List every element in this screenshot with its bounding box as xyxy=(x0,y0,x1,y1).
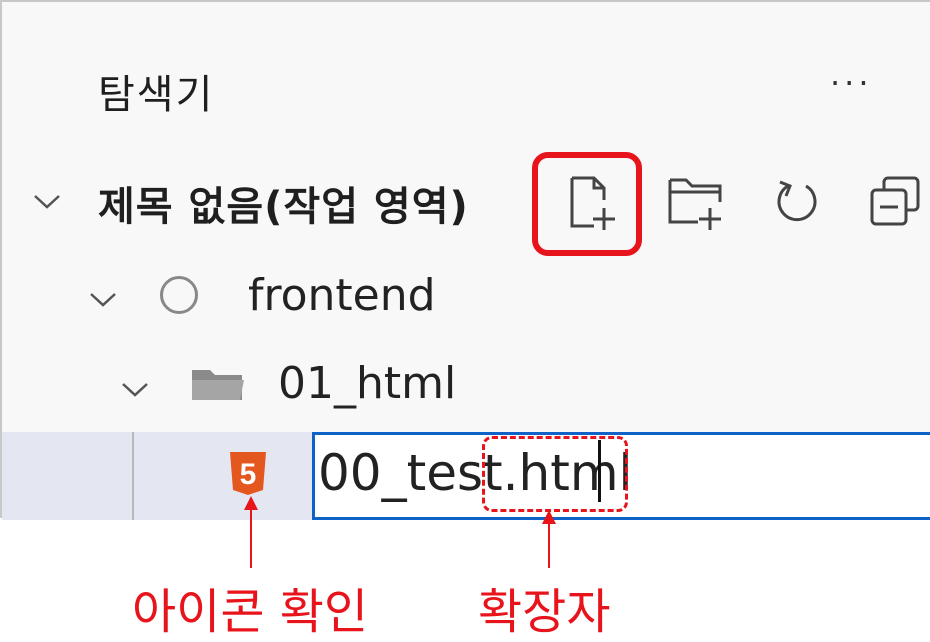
tree-folder-01-html[interactable]: 01_html xyxy=(278,358,456,409)
annotation-line xyxy=(250,508,252,568)
workspace-label[interactable]: 제목 없음(작업 영역) xyxy=(98,174,469,232)
folder-icon xyxy=(190,366,246,406)
annotation-line xyxy=(548,522,550,568)
tree-folder-frontend[interactable]: frontend xyxy=(248,270,436,321)
chevron-down-icon[interactable] xyxy=(88,284,118,319)
explorer-panel: 탐색기 ··· 제목 없음(작업 영역) frontend 01_html 5 … xyxy=(0,0,930,520)
new-file-highlight xyxy=(532,152,642,256)
chevron-down-icon[interactable] xyxy=(120,374,150,409)
more-actions-button[interactable]: ··· xyxy=(830,64,873,102)
explorer-title: 탐색기 xyxy=(98,72,215,118)
refresh-icon[interactable] xyxy=(766,170,830,234)
new-folder-icon[interactable] xyxy=(664,170,728,234)
chevron-down-icon[interactable] xyxy=(32,186,62,221)
folder-status-circle-icon xyxy=(160,276,198,314)
collapse-all-icon[interactable] xyxy=(864,170,928,234)
annotation-icon-check: 아이콘 확인 xyxy=(132,584,369,640)
extension-highlight xyxy=(482,436,628,512)
annotation-extension: 확장자 xyxy=(478,584,611,640)
indent-guide xyxy=(132,432,134,520)
html5-icon: 5 xyxy=(228,450,268,500)
svg-text:5: 5 xyxy=(240,458,257,491)
